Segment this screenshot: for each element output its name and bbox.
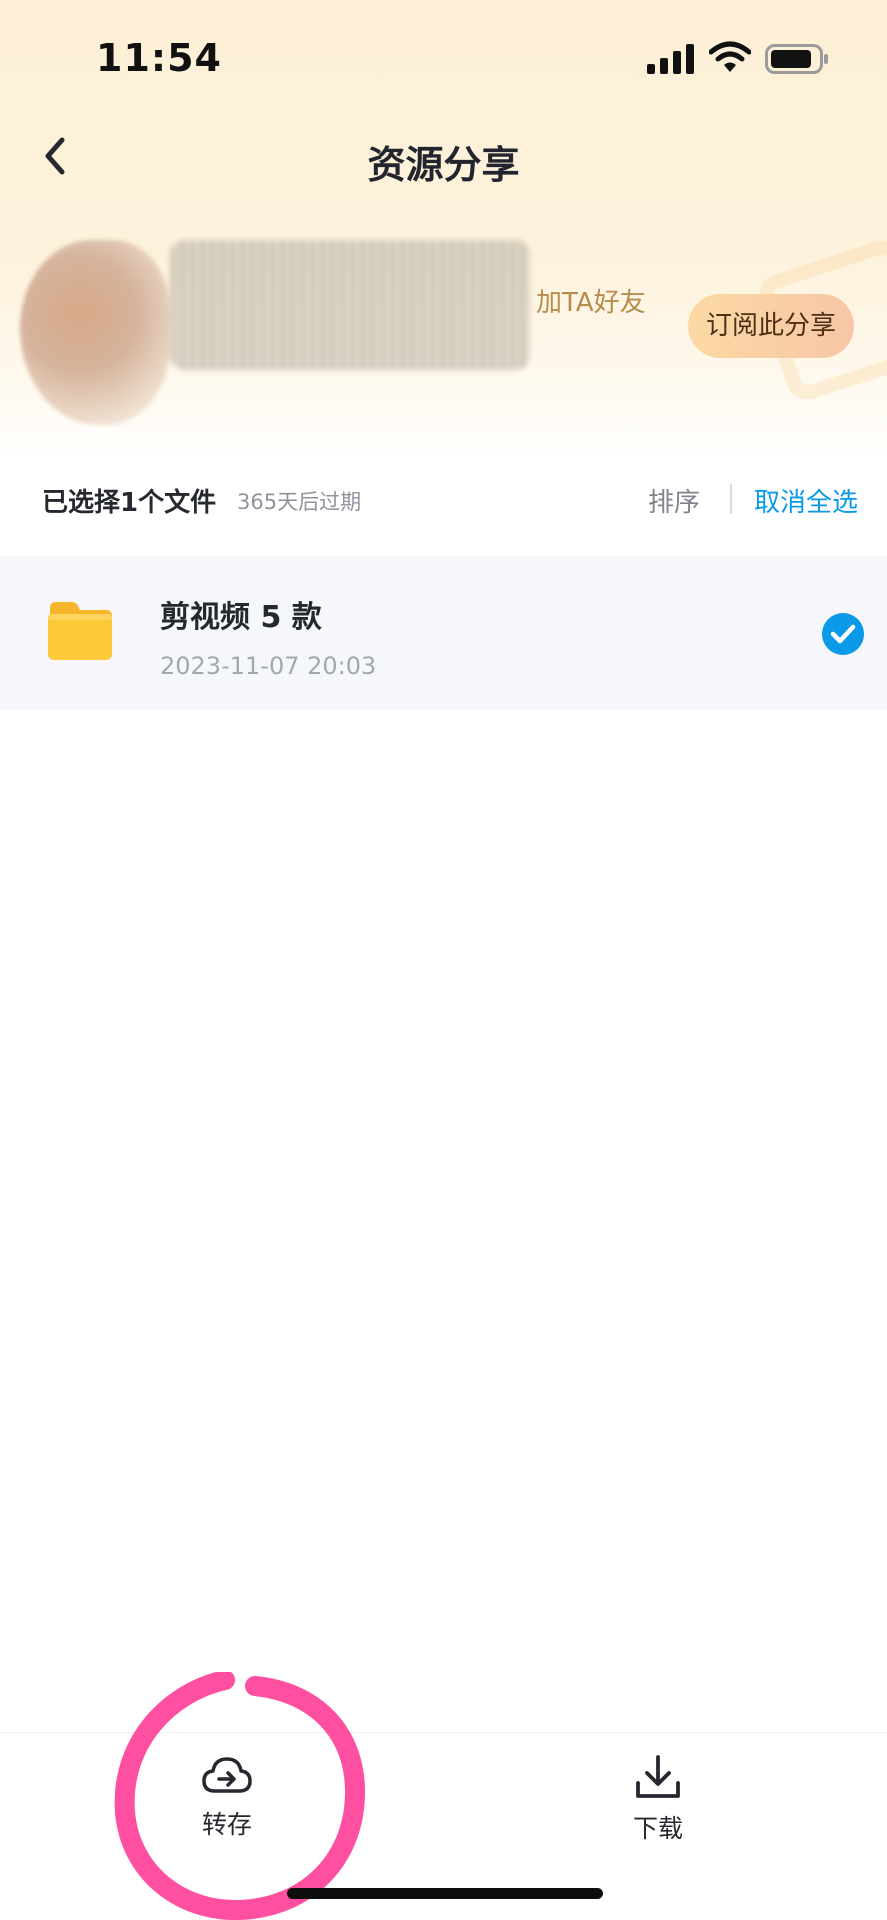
selected-count: 已选择1个文件 — [42, 488, 217, 518]
wifi-icon — [709, 41, 751, 72]
home-indicator — [287, 1888, 603, 1899]
file-date: 2023-11-07 20:03 — [160, 652, 377, 680]
deselect-all-button[interactable]: 取消全选 — [754, 482, 858, 519]
folder-icon — [48, 602, 112, 660]
sort-button[interactable]: 排序 — [648, 482, 700, 519]
battery-icon — [765, 44, 828, 74]
sharer-avatar[interactable] — [20, 240, 170, 425]
save-to-drive-button[interactable]: 转存 — [157, 1753, 297, 1863]
download-button[interactable]: 下载 — [588, 1753, 728, 1863]
file-row[interactable]: 剪视频 5 款 2023-11-07 20:03 — [0, 556, 887, 710]
add-friend-link[interactable]: 加TA好友 — [536, 282, 646, 319]
navigation-bar: 资源分享 — [0, 120, 887, 200]
file-name: 剪视频 5 款 — [160, 600, 322, 635]
selection-bar: 已选择1个文件 365天后过期 排序 取消全选 — [0, 462, 887, 536]
status-time: 11:54 — [96, 36, 222, 80]
status-bar: 11:54 — [0, 0, 887, 120]
cellular-signal-icon — [647, 44, 694, 74]
cloud-transfer-icon — [202, 1757, 252, 1793]
checkbox-checked-icon[interactable] — [822, 613, 864, 655]
divider — [730, 484, 732, 514]
page-title: 资源分享 — [367, 143, 520, 187]
sharer-profile: 加TA好友 订阅此分享 — [0, 220, 887, 430]
subscribe-button[interactable]: 订阅此分享 — [688, 294, 854, 358]
save-label: 转存 — [201, 1810, 252, 1839]
download-label: 下载 — [632, 1814, 683, 1843]
download-icon — [636, 1755, 680, 1798]
expiry-text: 365天后过期 — [237, 490, 362, 514]
file-list: 剪视频 5 款 2023-11-07 20:03 — [0, 556, 887, 710]
sharer-name-redacted — [170, 240, 530, 370]
